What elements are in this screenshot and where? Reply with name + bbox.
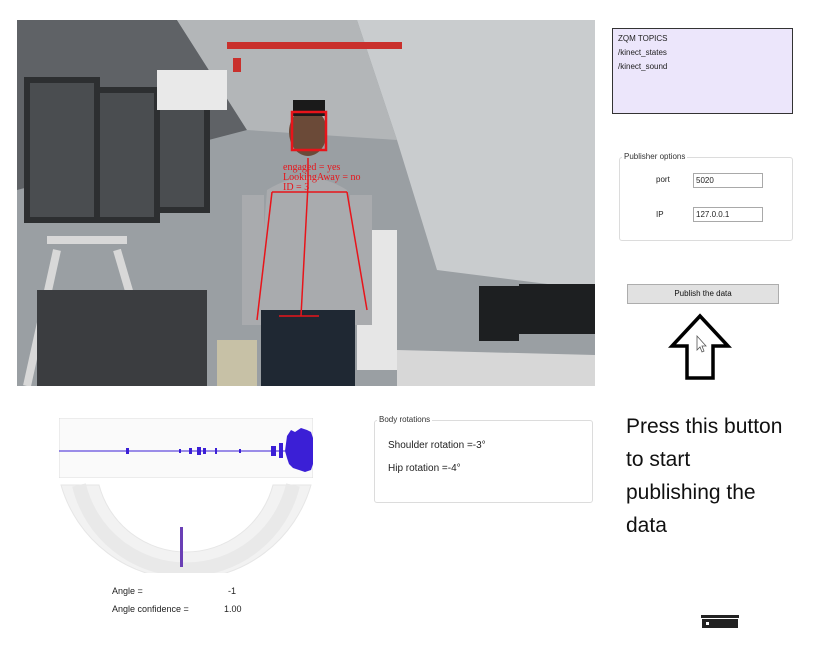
list-item[interactable]: /kinect_states [618,46,787,60]
ip-label: IP [656,210,664,219]
zqm-topics-title: ZQM TOPICS [618,34,668,43]
zqm-topics-list[interactable]: ZQM TOPICS /kinect_states /kinect_sound [612,28,793,114]
port-field[interactable]: 5020 [693,173,763,188]
ip-field[interactable]: 127.0.0.1 [693,207,763,222]
publisher-options-group [619,157,793,241]
instruction-line: publishing the [626,481,756,504]
angle-label: Angle = [112,586,143,596]
kinect-camera-feed: engaged = yes LookingAway = no ID = 3 [17,20,595,386]
camera-image [17,20,595,386]
angle-confidence-value: 1.00 [224,604,242,614]
angle-confidence-label: Angle confidence = [112,604,189,614]
angle-value: -1 [228,586,237,596]
body-id-text: ID = 3 [283,182,310,193]
hip-rotation-text: Hip rotation =-4° [388,463,461,474]
beam-indicator [180,527,183,567]
publish-data-button[interactable]: Publish the data [627,284,779,304]
shoulder-rotation-text: Shoulder rotation =-3° [388,440,486,451]
port-label: port [656,175,670,184]
instruction-annotation: Press this button to start publishing th… [626,410,826,542]
body-rotations-legend: Body rotations [377,415,433,424]
list-item[interactable]: /kinect_sound [618,60,787,74]
publisher-options-legend: Publisher options [622,152,688,161]
instruction-line: to start [626,448,691,471]
kinect-sensor-icon [701,615,739,628]
audio-waveform [59,418,313,478]
up-arrow-icon [668,313,732,380]
beam-angle-arc [60,483,312,573]
body-rotations-group [374,420,593,503]
instruction-line: Press this button [626,415,783,438]
instruction-line: data [626,514,667,537]
